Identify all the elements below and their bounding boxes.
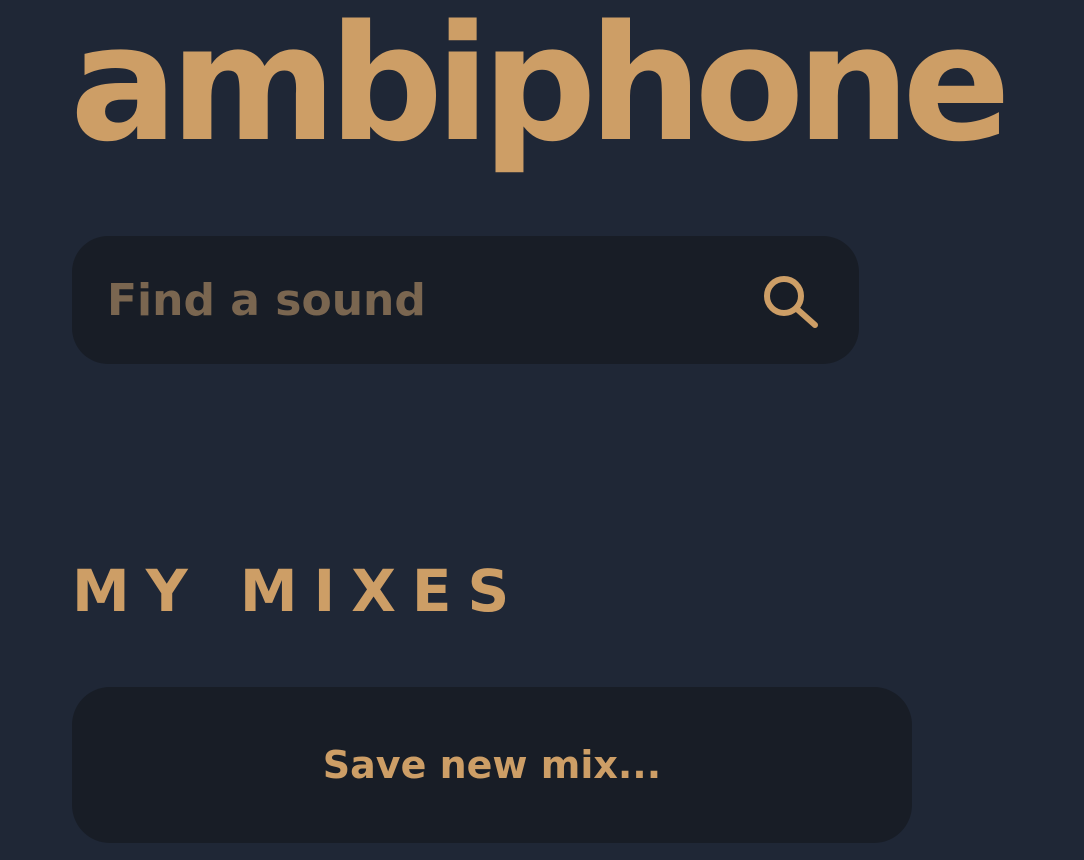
save-new-mix-button[interactable]: Save new mix... — [72, 687, 912, 843]
search-icon[interactable] — [758, 270, 822, 334]
search-input[interactable] — [107, 236, 747, 364]
my-mixes-heading: MY MIXES — [72, 557, 526, 625]
app-logo: ambiphone — [70, 0, 1011, 177]
search-bar[interactable] — [72, 236, 859, 364]
app-root: ambiphone MY MIXES Save new mix... — [0, 0, 1084, 860]
